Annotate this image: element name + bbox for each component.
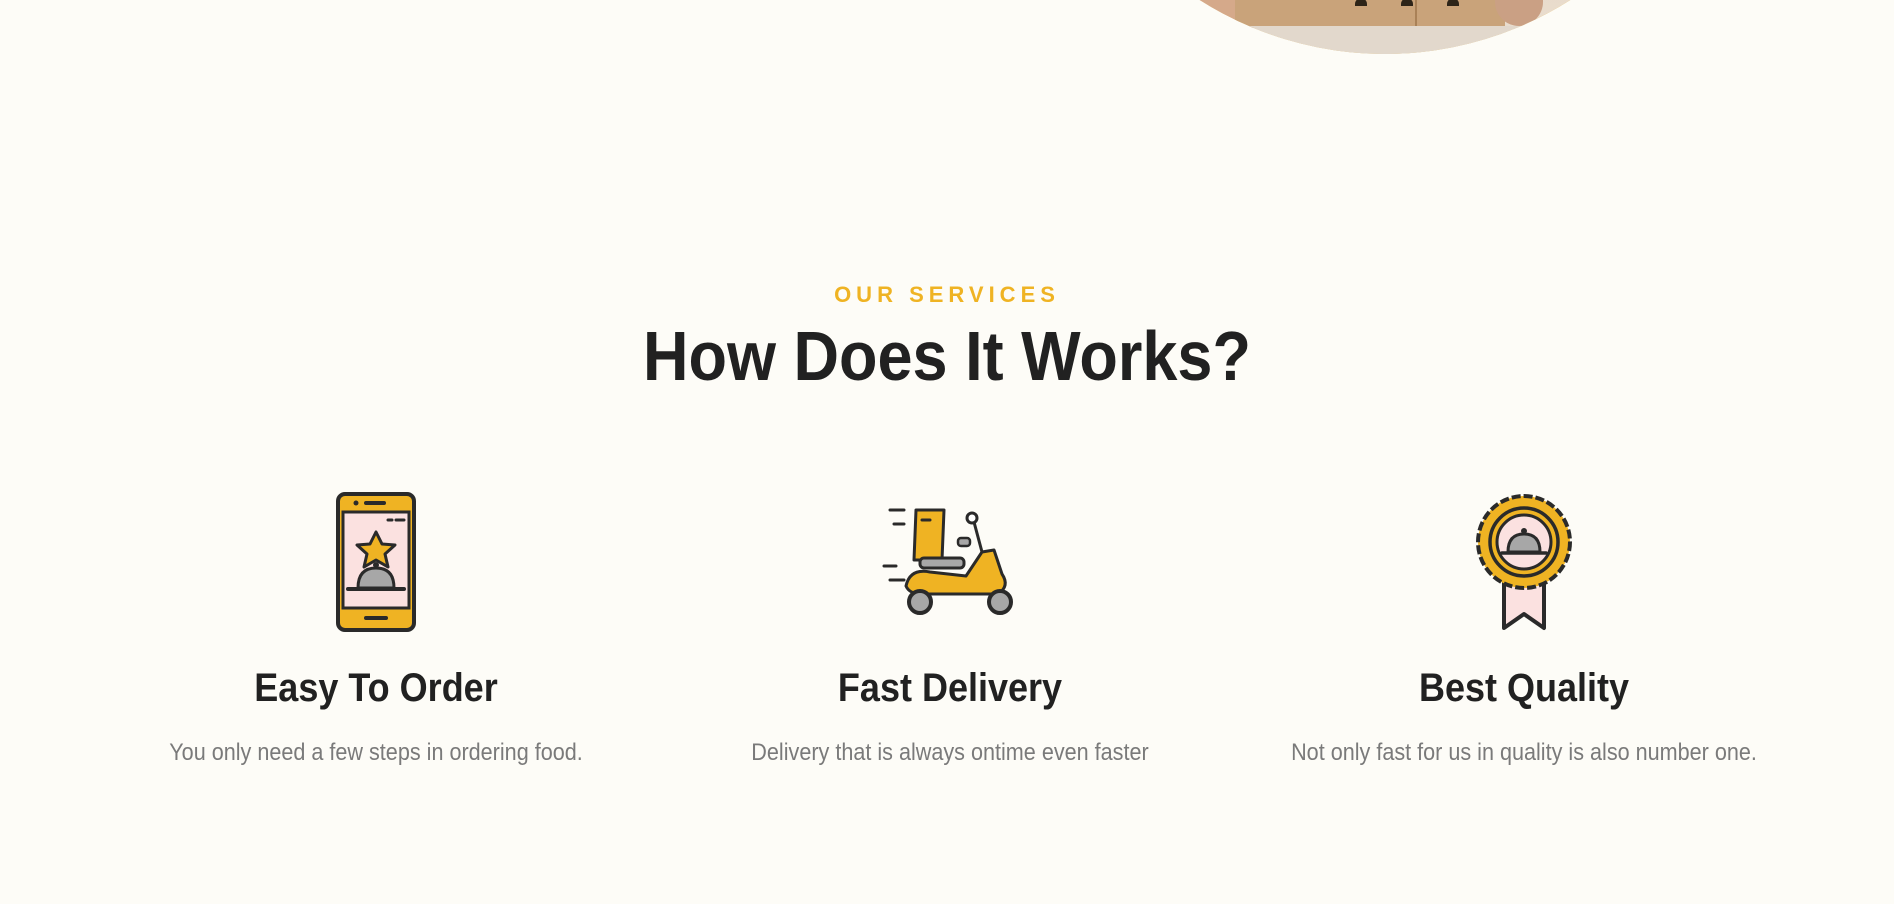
service-title: Best Quality — [1418, 666, 1630, 710]
scooter-delivery-icon — [882, 508, 1013, 615]
phone-order-icon — [336, 492, 416, 632]
service-title: Fast Delivery — [837, 666, 1063, 710]
service-card-fast-delivery: Fast Delivery Delivery that is always on… — [670, 490, 1230, 767]
section-eyebrow: OUR SERVICES — [834, 282, 1060, 307]
section-heading: How Does It Works? — [643, 317, 1251, 395]
service-description: You only need a few steps in ordering fo… — [169, 739, 583, 766]
page: OUR SERVICES How Does It Works? Easy To … — [0, 0, 1894, 904]
service-description: Not only fast for us in quality is also … — [1291, 739, 1757, 766]
service-card-best-quality: Best Quality Not only fast for us in qua… — [1244, 490, 1804, 767]
service-card-easy-to-order: Easy To Order You only need a few steps … — [96, 490, 656, 767]
delivery-person-image — [1195, 0, 1575, 54]
hero-image — [1040, 0, 1730, 54]
quality-badge-icon — [1476, 494, 1572, 630]
food-box-image — [1235, 0, 1505, 28]
service-title: Easy To Order — [254, 666, 498, 710]
service-description: Delivery that is always ontime even fast… — [751, 739, 1149, 766]
